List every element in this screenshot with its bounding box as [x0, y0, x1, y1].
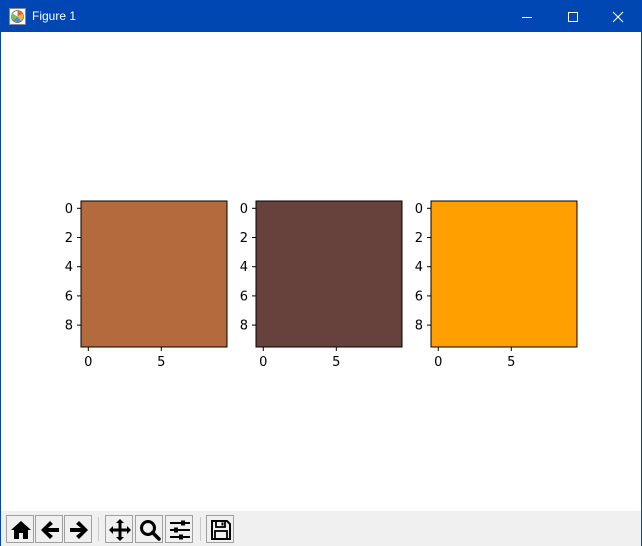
back-button[interactable] [35, 515, 63, 543]
y-tick-label: 4 [240, 260, 248, 275]
sliders-icon [170, 520, 190, 540]
image-panel-3 [430, 200, 578, 348]
figure-plot: 0 2 4 6 8 0 5 0 2 4 6 8 0 5 0 2 4 6 8 0 5 [65, 200, 578, 370]
close-button[interactable] [595, 1, 641, 32]
x-tick-label: 5 [157, 355, 165, 370]
y-tick-label: 4 [415, 260, 423, 275]
y-tick-label: 0 [65, 202, 73, 217]
y-tick-label: 2 [240, 231, 248, 246]
y-tick-label: 6 [65, 289, 73, 304]
configure-subplots-button[interactable] [165, 515, 193, 543]
y-tick-label: 2 [415, 231, 423, 246]
maximize-button[interactable] [550, 1, 596, 32]
image-panel-1 [80, 200, 228, 348]
arrow-left-icon [41, 521, 59, 539]
y-tick-label: 8 [65, 319, 73, 334]
pan-button[interactable] [105, 515, 133, 543]
y-tick-label: 8 [415, 319, 423, 334]
title-bar[interactable]: Figure 1 [1, 1, 641, 32]
x-tick-label: 5 [332, 355, 340, 370]
arrow-right-icon [70, 521, 88, 539]
matplotlib-figure-icon [9, 8, 26, 25]
y-tick-label: 8 [240, 319, 248, 334]
home-button[interactable] [6, 515, 34, 543]
y-tick-label: 0 [415, 202, 423, 217]
maximize-icon [568, 12, 578, 22]
y-tick-label: 0 [240, 202, 248, 217]
navigation-toolbar [1, 511, 641, 546]
x-tick-label: 5 [507, 355, 515, 370]
image-panel-2 [255, 200, 403, 348]
forward-button[interactable] [64, 515, 92, 543]
y-tick-label: 6 [415, 289, 423, 304]
minimize-button[interactable] [504, 1, 550, 32]
save-button[interactable] [206, 515, 234, 543]
y-tick-label: 6 [240, 289, 248, 304]
figure-canvas[interactable]: 0 2 4 6 8 0 5 0 2 4 6 8 0 5 0 2 4 6 8 0 5 [1, 32, 641, 511]
toolbar-separator [98, 517, 99, 541]
y-tick-label: 2 [65, 231, 73, 246]
figure-window: Figure 1 0 2 4 6 8 0 5 0 2 4 6 8 0 5 0 2 4 6 8 0 5 [0, 0, 642, 546]
close-icon [612, 11, 624, 23]
y-tick-label: 4 [65, 260, 73, 275]
toolbar-separator [200, 517, 201, 541]
minimize-icon [522, 17, 532, 18]
x-tick-label: 0 [84, 355, 92, 370]
x-tick-label: 0 [434, 355, 442, 370]
x-tick-label: 0 [259, 355, 267, 370]
home-icon [11, 521, 31, 539]
floppy-disk-icon [211, 520, 231, 540]
zoom-button[interactable] [135, 515, 163, 543]
window-title: Figure 1 [32, 9, 77, 23]
magnifier-icon [140, 520, 161, 541]
move-icon [109, 519, 131, 541]
